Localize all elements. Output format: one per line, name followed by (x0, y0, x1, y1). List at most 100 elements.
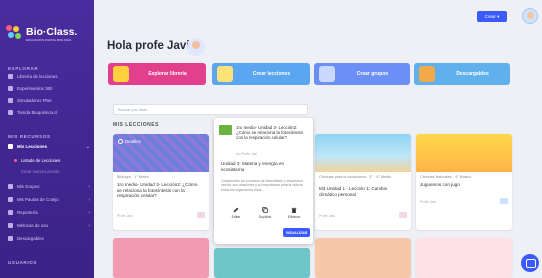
action-label: Explorar librería (148, 71, 187, 77)
brand-logo[interactable]: Bio·Class. EDUCACIÓN DIGITAL BIOLOGÍA (6, 22, 88, 46)
details-button[interactable]: Detalles (118, 139, 141, 144)
profile-avatar-icon (187, 38, 205, 56)
sun-icon (217, 66, 233, 82)
trash-icon (291, 207, 297, 213)
lesson-card[interactable]: Ciencias para la ciudadanía · 3° · 4° Me… (315, 134, 411, 230)
lesson-image (214, 248, 310, 278)
person-icon (500, 198, 508, 204)
create-groups-button[interactable]: Crear grupos (314, 63, 410, 85)
edit-button[interactable]: Editar (227, 207, 245, 221)
chat-icon[interactable] (521, 254, 539, 272)
sidebar-item-lessons[interactable]: Mis Lecciones ⌄ (8, 142, 90, 151)
duplicate-label: Duplicar (258, 215, 272, 219)
sidebar-section-explore: EXPLORAR (8, 66, 39, 71)
lesson-image (416, 134, 512, 172)
downloads-button[interactable]: Descargables (414, 63, 510, 85)
lesson-image (113, 238, 209, 278)
details-label: Detalles (125, 139, 141, 144)
create-button[interactable]: Crear ▾ (477, 11, 507, 22)
group-badge-icon (399, 212, 407, 218)
page-title: Hola profe Javi (107, 40, 190, 52)
books-icon (419, 66, 435, 82)
pencil-icon (233, 207, 239, 213)
checklist-icon (8, 197, 13, 202)
lesson-image (315, 238, 411, 278)
lesson-image (315, 134, 411, 172)
popover-author: por Profe Javi (236, 152, 257, 156)
sidebar-item-checklists[interactable]: Mis Pautas de Cotejo › (8, 195, 90, 204)
lesson-card[interactable] (113, 238, 209, 278)
sidebar-subitem-lesson-list[interactable]: Listado de Lecciones (14, 158, 60, 163)
popover-unit: Unidad 3: Materia y energía en ecosistem… (221, 161, 285, 172)
lesson-image (416, 238, 512, 278)
book-icon (8, 74, 13, 79)
chevron-right-icon: › (88, 222, 90, 229)
action-label: Descargables (456, 71, 489, 77)
lessons-icon (8, 144, 13, 149)
lesson-card[interactable] (416, 238, 512, 278)
active-dot-icon (14, 159, 17, 162)
lesson-title: 1ro medio- Unidad 3- Lección2: ¿Cómo se … (117, 182, 198, 199)
sidebar-item-store[interactable]: Tienda Bioquimica.cl (8, 108, 90, 117)
duplicate-button[interactable]: Duplicar (256, 207, 274, 221)
sidebar-subitem-new-lesson[interactable]: Crear nueva Lección (21, 169, 60, 174)
lesson-category: Biología · 1° Medio (117, 175, 150, 179)
action-label: Crear lecciones (252, 71, 291, 77)
sidebar-item-label: Reportería (17, 210, 38, 215)
sidebar-item-label: Descargables (17, 236, 44, 241)
chevron-right-icon: › (88, 209, 90, 216)
delete-button[interactable]: Eliminar (285, 207, 303, 221)
sidebar-item-downloads[interactable]: Descargables (8, 234, 90, 243)
sidebar-item-label: Mis Grupos (17, 184, 40, 189)
download-icon (8, 236, 13, 241)
chevron-down-icon: ⌄ (85, 143, 90, 150)
copy-icon (262, 207, 268, 213)
sidebar-item-label: Simuladores Phet (17, 98, 52, 103)
lesson-card[interactable] (315, 238, 411, 278)
user-avatar[interactable] (522, 8, 538, 24)
chevron-right-icon: › (88, 183, 90, 190)
lesson-author: Profe Javi (117, 214, 133, 218)
puzzle-icon (319, 66, 335, 82)
chevron-right-icon: › (88, 196, 90, 203)
lesson-title: M3 Unidad 1 - Lección 1: Cambio climátic… (319, 186, 388, 197)
lesson-card[interactable]: Ciencias Naturales · 5° Básico Juguemos … (416, 134, 512, 230)
lesson-author: Profe Javi (420, 200, 436, 204)
sidebar-item-label: Métricas de uso (17, 223, 48, 228)
logo-icon (6, 25, 24, 43)
popover-actions: Editar Duplicar Eliminar (227, 207, 303, 221)
group-badge-icon (197, 212, 205, 218)
sidebar-item-groups[interactable]: Mis Grupos › (8, 182, 90, 191)
delete-label: Eliminar (287, 215, 301, 219)
sidebar-section-resources: MIS RECURSOS (8, 134, 51, 139)
explore-library-button[interactable]: Explorar librería (108, 63, 206, 85)
report-icon (8, 210, 13, 215)
sidebar-item-metrics[interactable]: Métricas de uso › (8, 221, 90, 230)
view-button[interactable]: VISUALIZAR (283, 228, 310, 237)
cart-icon (8, 110, 13, 115)
edit-label: Editar (231, 215, 241, 219)
search-input[interactable]: Buscar por título (113, 104, 308, 115)
sidebar-item-library[interactable]: Librería de lecciones (8, 72, 90, 81)
sidebar-section-users: USUARIOS (8, 260, 38, 265)
lesson-card[interactable] (214, 248, 310, 278)
sidebar-subitem-label: Listado de Lecciones (21, 158, 61, 163)
create-lessons-button[interactable]: Crear lecciones (212, 63, 310, 85)
lesson-author: Profe Javi (319, 214, 335, 218)
lesson-details-popover: 1ro medio- Unidad 3- Lección2: ¿Cómo se … (214, 118, 313, 244)
lesson-card[interactable]: Detalles Biología · 1° Medio 1ro medio- … (113, 134, 209, 230)
sidebar-item-experiments[interactable]: Experimentos 360 (8, 84, 90, 93)
section-title: MIS LECCIONES (113, 122, 159, 128)
lesson-category: Ciencias para la ciudadanía · 3° · 4° Me… (319, 175, 392, 179)
monitor-icon (8, 98, 13, 103)
popover-description: Comprender los procesos de fotosíntesis … (221, 179, 304, 192)
sidebar: Bio·Class. EDUCACIÓN DIGITAL BIOLOGÍA EX… (0, 0, 94, 278)
sidebar-item-label: Tienda Bioquimica.cl (17, 110, 58, 115)
sidebar-item-label: Mis Pautas de Cotejo (17, 197, 59, 202)
sidebar-item-simulators[interactable]: Simuladores Phet (8, 96, 90, 105)
sidebar-item-label: Librería de lecciones (17, 74, 58, 79)
popover-title: 1ro medio- Unidad 3- Lección2: ¿Cómo se … (236, 125, 304, 141)
lesson-thumbnail (219, 125, 232, 135)
sidebar-item-reports[interactable]: Reportería › (8, 208, 90, 217)
flask-icon (8, 86, 13, 91)
